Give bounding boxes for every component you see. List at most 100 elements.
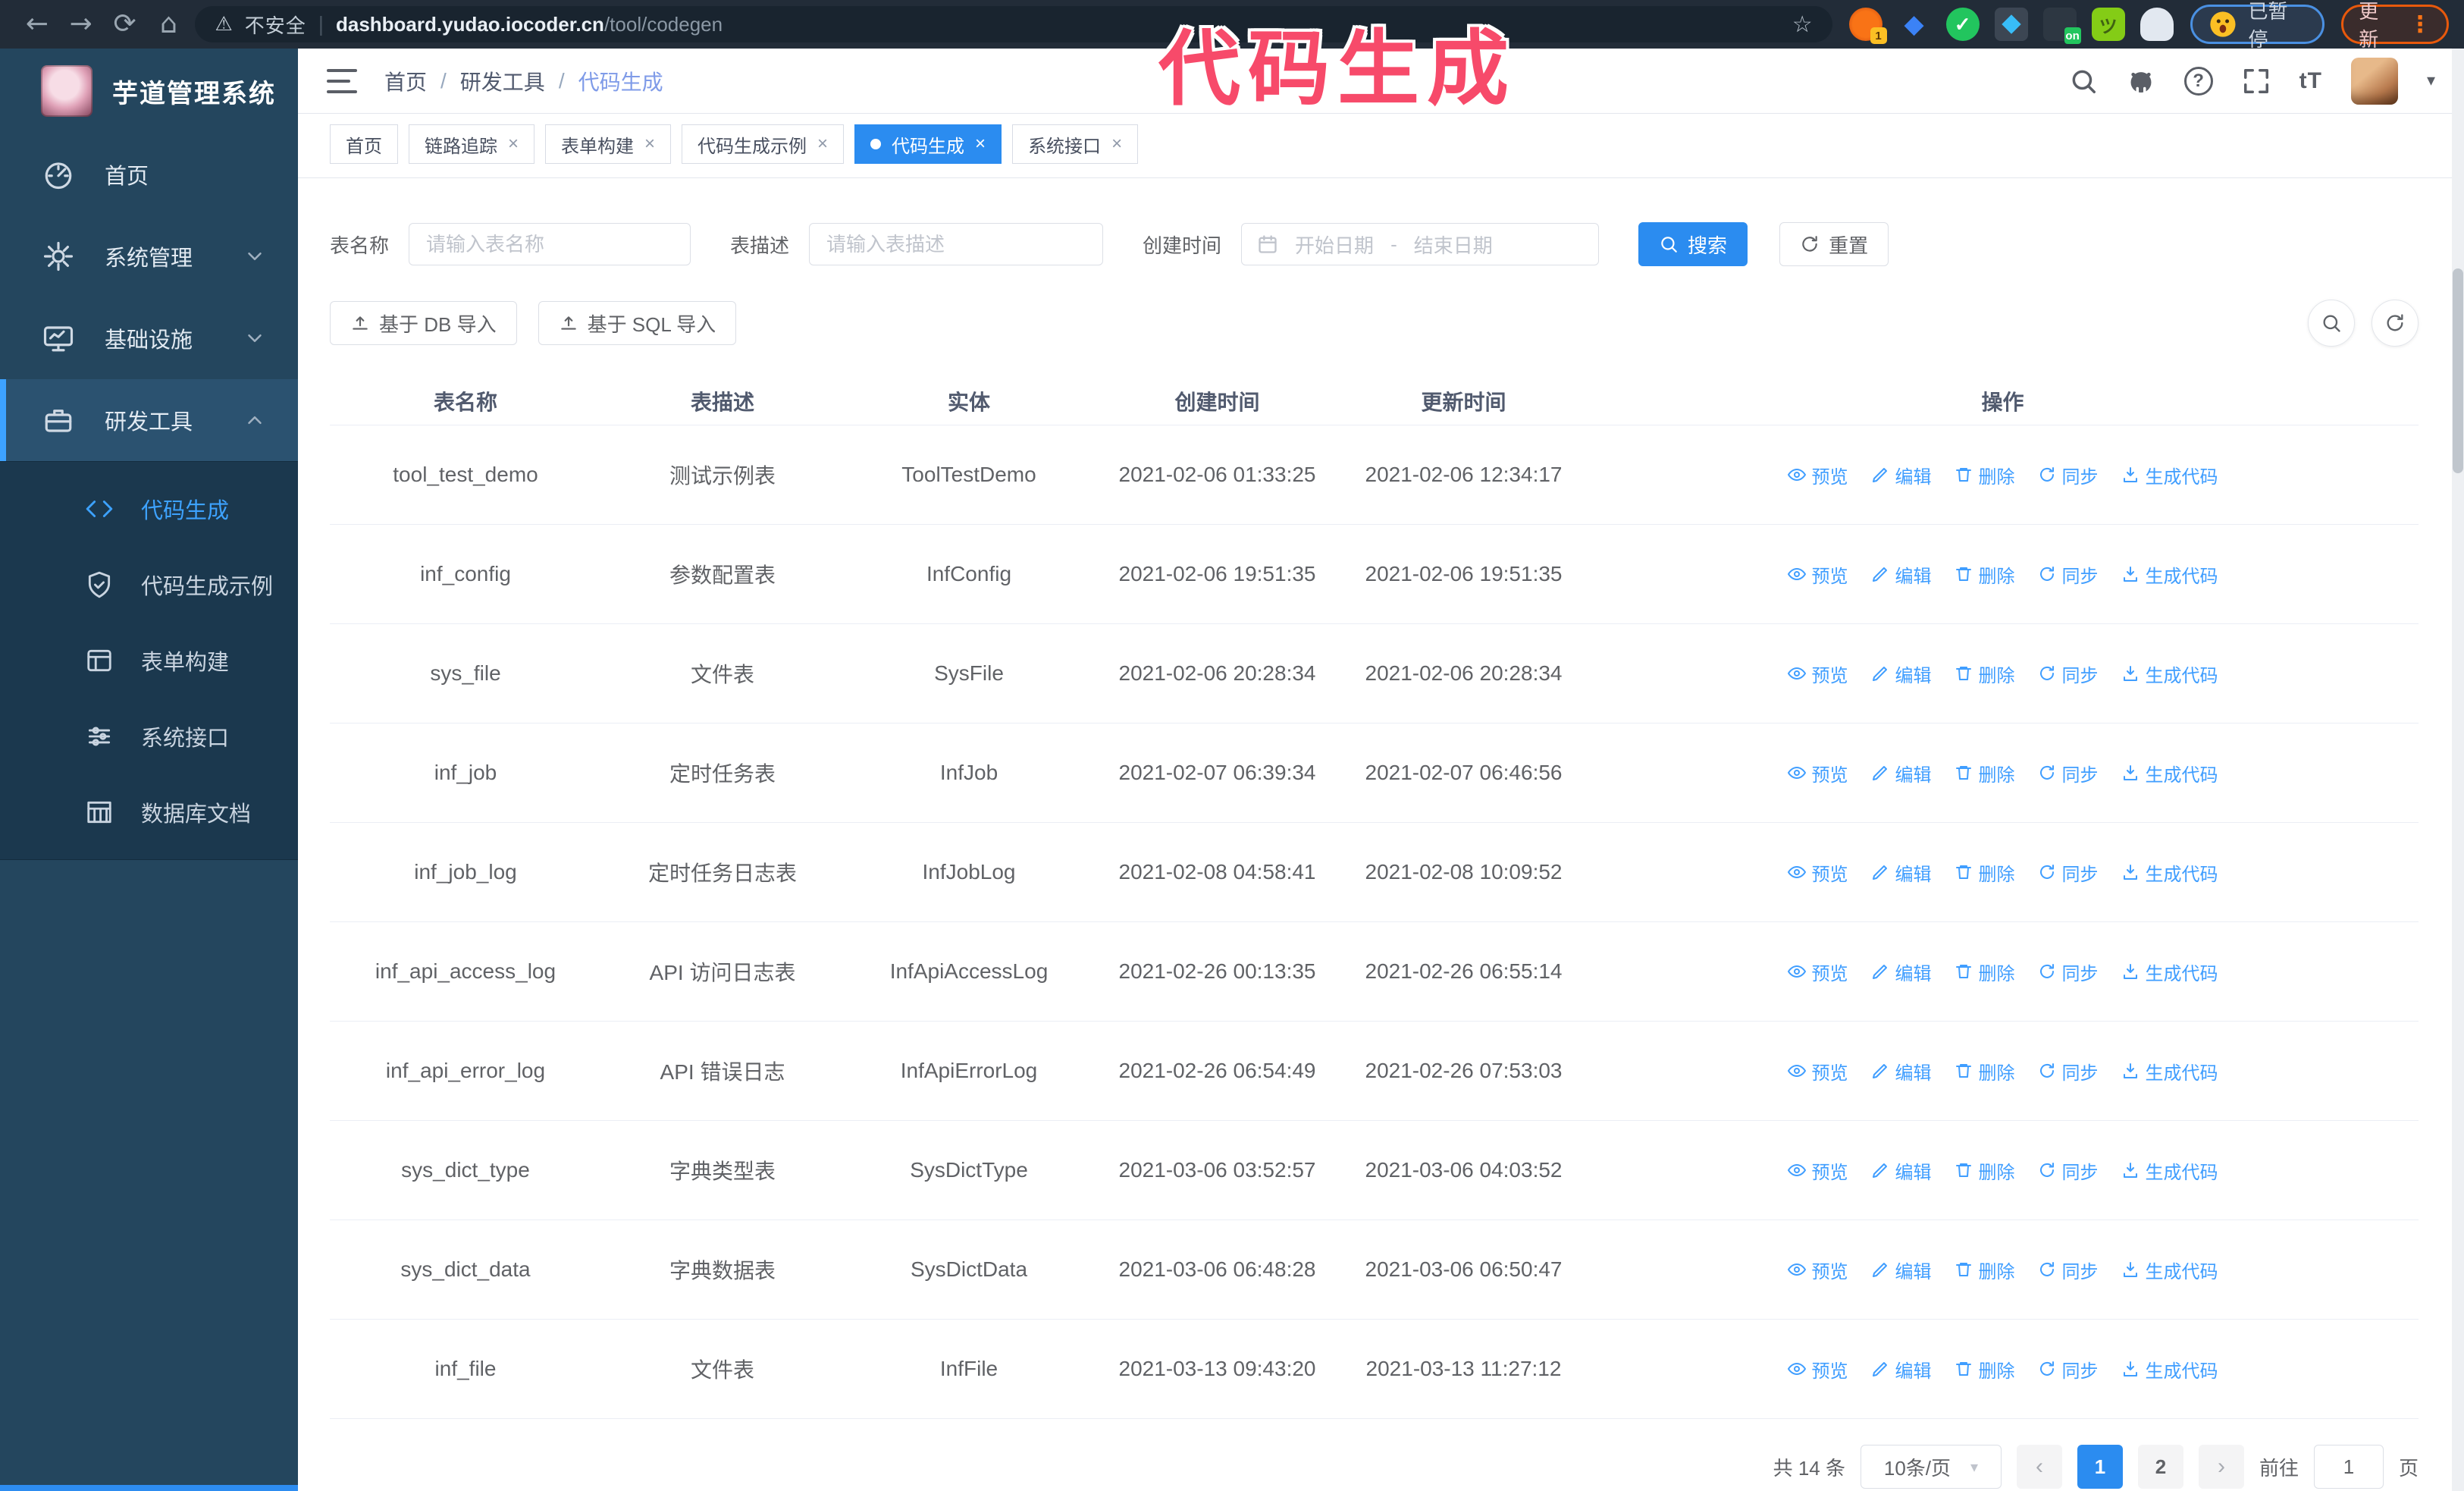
sync-link[interactable]: 同步 [2038, 661, 2099, 687]
edit-link[interactable]: 编辑 [1871, 561, 1932, 588]
scrollbar-thumb[interactable] [2453, 268, 2463, 473]
generate-code-link[interactable]: 生成代码 [2121, 1257, 2218, 1283]
toggle-search-button[interactable] [2308, 300, 2355, 347]
help-icon[interactable]: ? [2183, 66, 2213, 96]
import-db-button[interactable]: 基于 DB 导入 [330, 301, 517, 345]
extensions-puzzle-icon[interactable] [2140, 8, 2174, 41]
app-logo[interactable]: 芋道管理系统 [0, 49, 298, 133]
delete-link[interactable]: 删除 [1955, 1257, 2015, 1283]
sync-link[interactable]: 同步 [2038, 462, 2099, 488]
preview-link[interactable]: 预览 [1787, 959, 1848, 985]
preview-link[interactable]: 预览 [1787, 1157, 1848, 1184]
generate-code-link[interactable]: 生成代码 [2121, 561, 2218, 588]
delete-link[interactable]: 删除 [1955, 1058, 2015, 1085]
user-avatar[interactable] [2350, 57, 2398, 105]
extension-droid-icon[interactable]: ツ [2091, 8, 2125, 41]
edit-link[interactable]: 编辑 [1871, 1058, 1932, 1085]
browser-menu-kebab-icon[interactable]: ⋮ [2409, 11, 2431, 38]
sidebar-item-codegen[interactable]: 代码生成 [0, 471, 298, 547]
url-bar[interactable]: ⚠ 不安全 | dashboard.yudao.iocoder.cn/tool/… [195, 6, 1832, 42]
extension-gem-icon[interactable]: ◆ [1898, 8, 1931, 41]
tag-home[interactable]: 首页 [330, 124, 398, 164]
delete-link[interactable]: 删除 [1955, 1356, 2015, 1383]
prev-page-button[interactable]: ‹ [2016, 1445, 2062, 1489]
table-desc-input[interactable] [809, 223, 1104, 265]
generate-code-link[interactable]: 生成代码 [2121, 661, 2218, 687]
refresh-table-button[interactable] [2372, 300, 2419, 347]
sidebar-item-dev-tools[interactable]: 研发工具 [0, 379, 298, 461]
fullscreen-icon[interactable] [2242, 67, 2271, 96]
generate-code-link[interactable]: 生成代码 [2121, 959, 2218, 985]
reset-button[interactable]: 重置 [1779, 222, 1889, 266]
generate-code-link[interactable]: 生成代码 [2121, 859, 2218, 886]
sidebar-item-db-doc[interactable]: 数据库文档 [0, 774, 298, 850]
sync-link[interactable]: 同步 [2038, 1058, 2099, 1085]
generate-code-link[interactable]: 生成代码 [2121, 760, 2218, 786]
preview-link[interactable]: 预览 [1787, 859, 1848, 886]
edit-link[interactable]: 编辑 [1871, 1257, 1932, 1283]
browser-update-button[interactable]: 更新 ⋮ [2341, 0, 2449, 51]
browser-home-icon[interactable]: ⌂ [147, 0, 191, 49]
delete-link[interactable]: 删除 [1955, 561, 2015, 588]
sidebar-item-infrastructure[interactable]: 基础设施 [0, 297, 298, 379]
bookmark-star-icon[interactable]: ☆ [1792, 11, 1813, 38]
sidebar-item-codegen-example[interactable]: 代码生成示例 [0, 547, 298, 623]
avatar-caret-down-icon[interactable]: ▾ [2427, 71, 2435, 90]
edit-link[interactable]: 编辑 [1871, 959, 1932, 985]
sidebar-item-system-management[interactable]: 系统管理 [0, 215, 298, 297]
sync-link[interactable]: 同步 [2038, 561, 2099, 588]
generate-code-link[interactable]: 生成代码 [2121, 1058, 2218, 1085]
search-button[interactable]: 搜索 [1638, 222, 1748, 266]
preview-link[interactable]: 预览 [1787, 1257, 1848, 1283]
breadcrumb-dev-tools[interactable]: 研发工具 [460, 66, 545, 96]
generate-code-link[interactable]: 生成代码 [2121, 1157, 2218, 1184]
close-icon[interactable]: × [817, 133, 828, 155]
sidebar-item-home[interactable]: 首页 [0, 133, 298, 215]
sync-link[interactable]: 同步 [2038, 959, 2099, 985]
sync-link[interactable]: 同步 [2038, 859, 2099, 886]
generate-code-link[interactable]: 生成代码 [2121, 1356, 2218, 1383]
close-icon[interactable]: × [508, 133, 519, 155]
close-icon[interactable]: × [975, 133, 986, 155]
edit-link[interactable]: 编辑 [1871, 760, 1932, 786]
close-icon[interactable]: × [644, 133, 655, 155]
extension-icon[interactable]: 1 [1848, 8, 1887, 44]
sidebar-item-system-api[interactable]: 系统接口 [0, 698, 298, 774]
sidebar-item-form-builder[interactable]: 表单构建 [0, 623, 298, 698]
tag-codegen-active[interactable]: 代码生成 × [854, 124, 1002, 164]
table-name-input[interactable] [409, 223, 691, 265]
browser-profile-chip[interactable]: 已暂停 [2190, 0, 2325, 51]
goto-page-input[interactable] [2313, 1445, 2384, 1489]
preview-link[interactable]: 预览 [1787, 661, 1848, 687]
page-button-2[interactable]: 2 [2137, 1445, 2183, 1489]
close-icon[interactable]: × [1111, 133, 1122, 155]
tag-system-api[interactable]: 系统接口 × [1012, 124, 1139, 164]
edit-link[interactable]: 编辑 [1871, 462, 1932, 488]
font-size-icon[interactable]: tT [2299, 68, 2322, 94]
next-page-button[interactable]: › [2198, 1445, 2244, 1489]
preview-link[interactable]: 预览 [1787, 760, 1848, 786]
delete-link[interactable]: 删除 [1955, 760, 2015, 786]
sync-link[interactable]: 同步 [2038, 1157, 2099, 1184]
edit-link[interactable]: 编辑 [1871, 661, 1932, 687]
sync-link[interactable]: 同步 [2038, 760, 2099, 786]
page-scrollbar[interactable] [2452, 49, 2464, 1491]
delete-link[interactable]: 删除 [1955, 1157, 2015, 1184]
extension-on-icon[interactable]: on [2042, 8, 2081, 44]
search-icon[interactable] [2069, 67, 2098, 96]
browser-reload-icon[interactable]: ⟳ [103, 0, 147, 49]
generate-code-link[interactable]: 生成代码 [2121, 462, 2218, 488]
edit-link[interactable]: 编辑 [1871, 1356, 1932, 1383]
preview-link[interactable]: 预览 [1787, 462, 1848, 488]
delete-link[interactable]: 删除 [1955, 462, 2015, 488]
browser-back-icon[interactable]: ← [15, 0, 59, 49]
edit-link[interactable]: 编辑 [1871, 1157, 1932, 1184]
import-sql-button[interactable]: 基于 SQL 导入 [538, 301, 737, 345]
page-size-select[interactable]: 10条/页 ▾ [1860, 1445, 2002, 1489]
breadcrumb-home[interactable]: 首页 [384, 66, 427, 96]
preview-link[interactable]: 预览 [1787, 561, 1848, 588]
delete-link[interactable]: 删除 [1955, 661, 2015, 687]
preview-link[interactable]: 预览 [1787, 1058, 1848, 1085]
browser-forward-icon[interactable]: → [59, 0, 103, 49]
delete-link[interactable]: 删除 [1955, 859, 2015, 886]
